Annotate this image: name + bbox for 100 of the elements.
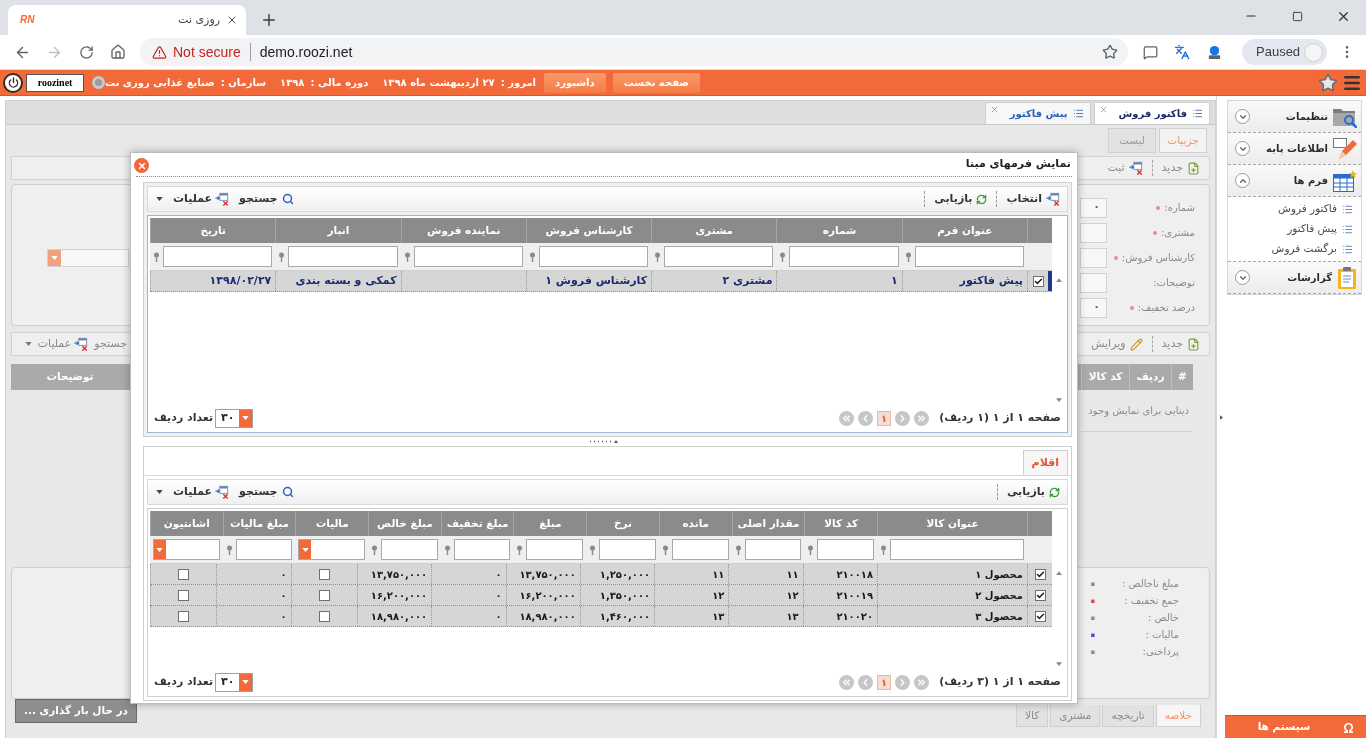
url-text: demo.roozi.net <box>259 42 353 62</box>
input-field[interactable] <box>1080 222 1107 243</box>
filter-field[interactable] <box>235 539 293 560</box>
caret-down-icon[interactable] <box>1055 398 1062 402</box>
refresh-button[interactable]: بازیابی <box>1003 482 1063 502</box>
dotted-handle-icon[interactable] <box>589 439 619 444</box>
checkbox[interactable] <box>178 568 190 580</box>
reload-icon[interactable] <box>78 44 94 60</box>
menu-item[interactable]: فاکتور فروش <box>1228 199 1361 219</box>
checkbox[interactable] <box>318 610 330 622</box>
filter-field[interactable] <box>538 246 649 267</box>
refresh-icon <box>1049 486 1060 498</box>
checkbox[interactable] <box>1034 589 1046 601</box>
person-icon[interactable] <box>1206 44 1222 60</box>
last-page-button[interactable] <box>839 674 855 690</box>
first-page-button[interactable] <box>914 674 930 690</box>
maximize-icon[interactable] <box>1291 10 1303 22</box>
filter-field[interactable] <box>664 246 774 267</box>
refresh-button[interactable]: بازیابی <box>931 189 991 209</box>
input-field[interactable] <box>1080 247 1107 268</box>
new-tab-icon[interactable] <box>260 11 278 29</box>
input-field[interactable]: ۰ <box>1080 197 1107 218</box>
page-size-select[interactable]: ۳۰ <box>215 672 254 692</box>
caret-right-icon[interactable] <box>1219 414 1223 420</box>
search-button[interactable]: جستجو <box>239 190 294 208</box>
filter-field[interactable] <box>671 539 729 560</box>
home-icon[interactable] <box>110 44 126 60</box>
caret-down-icon[interactable] <box>1055 662 1062 666</box>
filter-field[interactable] <box>789 246 899 267</box>
first-page-button[interactable] <box>914 410 930 426</box>
bookmark-icon[interactable] <box>1102 44 1118 60</box>
refresh-icon <box>976 193 988 205</box>
filter-field[interactable] <box>288 246 398 267</box>
document-tab[interactable]: فاکتور فروش <box>1093 102 1210 124</box>
previous-page-button[interactable] <box>895 674 911 690</box>
pencil-icon <box>1129 337 1143 351</box>
menu-group[interactable]: اطلاعات پایه <box>1228 133 1361 165</box>
last-page-button[interactable] <box>839 410 855 426</box>
caret-up-icon[interactable] <box>1055 278 1062 282</box>
next-page-button[interactable] <box>858 410 874 426</box>
filter-field[interactable] <box>381 539 438 560</box>
actions-button[interactable]: عملیات <box>173 190 230 208</box>
next-page-button[interactable] <box>858 674 874 690</box>
column-header: کد کالا <box>1081 364 1129 390</box>
check-icon <box>1033 276 1043 286</box>
menu-group[interactable]: فرم ها <box>1228 165 1361 197</box>
filter-field[interactable] <box>163 246 273 267</box>
filter-field[interactable] <box>817 539 874 560</box>
dropdown-field[interactable] <box>152 539 220 560</box>
checkbox[interactable] <box>178 589 190 601</box>
username-field[interactable]: roozinet <box>26 73 85 92</box>
dropdown-button[interactable] <box>153 540 166 559</box>
filter-field[interactable] <box>914 246 1024 267</box>
search-button[interactable]: جستجو <box>239 483 294 501</box>
dropdown-field[interactable] <box>47 248 129 267</box>
close-icon[interactable] <box>226 14 238 26</box>
checkbox[interactable] <box>318 568 330 580</box>
power-icon[interactable] <box>3 72 23 93</box>
checkbox[interactable] <box>1032 275 1044 287</box>
actions-button[interactable]: عملیات <box>173 483 230 501</box>
menu-group[interactable]: تنظیمات <box>1228 101 1361 133</box>
list-icon <box>1342 223 1353 235</box>
checkbox[interactable] <box>1034 568 1046 580</box>
pager-summary: صفحه ۱ از ۱ (۳ ردیف) <box>939 673 1061 690</box>
select-button[interactable]: انتخاب <box>1003 189 1063 209</box>
filter-field[interactable] <box>599 539 656 560</box>
checkbox[interactable] <box>318 589 330 601</box>
pin-icon <box>371 544 379 555</box>
menu-item[interactable]: برگشت فروش <box>1228 239 1361 259</box>
checkbox[interactable] <box>178 610 190 622</box>
previous-page-button[interactable] <box>895 410 911 426</box>
input-field[interactable]: ۰ <box>1080 297 1107 318</box>
table-cell-text: ۱ <box>891 272 898 289</box>
caret-icon <box>156 490 163 494</box>
filter-field[interactable] <box>413 246 523 267</box>
dropdown-button[interactable] <box>48 249 61 266</box>
menu-item[interactable]: پیش فاکتور <box>1228 219 1361 239</box>
caret-up-icon[interactable] <box>1055 571 1062 575</box>
dropdown-field[interactable] <box>298 539 366 560</box>
page-size-select[interactable]: ۳۰ <box>215 408 254 428</box>
filter-field[interactable] <box>526 539 584 560</box>
profile-button[interactable]: Paused <box>1242 39 1327 65</box>
translate-icon[interactable] <box>1174 44 1190 60</box>
filter-field[interactable] <box>744 539 802 560</box>
star-icon[interactable] <box>1318 72 1338 93</box>
caret-icon <box>156 547 164 552</box>
chat-icon[interactable] <box>1142 44 1158 60</box>
address-bar[interactable]: Not secure demo.roozi.net <box>140 38 1128 66</box>
summary-label: مبلغ ناخالص : <box>1120 577 1179 591</box>
table-cell-text: ۱۳ <box>786 609 799 624</box>
checkbox[interactable] <box>1034 610 1046 622</box>
dropdown-button[interactable] <box>239 409 253 427</box>
menu-group[interactable]: گزارشات <box>1228 262 1361 294</box>
filter-field[interactable] <box>890 539 1024 560</box>
input-field[interactable] <box>1080 272 1107 293</box>
filter-field[interactable] <box>453 539 511 560</box>
dropdown-button[interactable] <box>239 673 253 691</box>
dropdown-button[interactable] <box>299 540 312 559</box>
table-cell-text: ۰ <box>280 567 287 582</box>
document-tab[interactable]: پیش فاکتور <box>984 102 1091 124</box>
